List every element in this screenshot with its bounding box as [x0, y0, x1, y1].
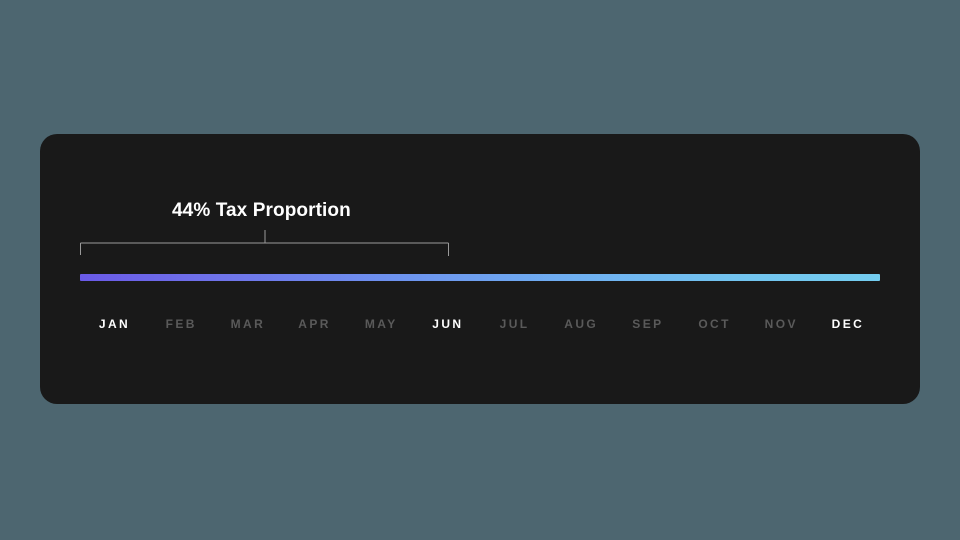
- tax-proportion-callout-label: 44% Tax Proportion: [172, 200, 351, 221]
- month-label-mar[interactable]: MAR: [213, 316, 280, 332]
- month-label-apr[interactable]: APR: [280, 316, 347, 332]
- month-label-aug[interactable]: AUG: [547, 316, 614, 332]
- month-label-jan[interactable]: JAN: [80, 316, 147, 332]
- month-label-oct[interactable]: OCT: [680, 316, 747, 332]
- month-label-may[interactable]: MAY: [347, 316, 414, 332]
- screen-root: 44% Tax Proportion JAN FEB MAR APR MAY J: [0, 0, 960, 540]
- month-label-nov[interactable]: NOV: [747, 316, 814, 332]
- month-label-sep[interactable]: SEP: [613, 316, 680, 332]
- range-bracket-icon: [80, 230, 449, 256]
- range-bracket: [80, 230, 449, 256]
- tax-proportion-gradient-bar[interactable]: [80, 274, 880, 281]
- month-label-jun[interactable]: JUN: [413, 316, 480, 332]
- tax-proportion-card: 44% Tax Proportion JAN FEB MAR APR MAY J: [40, 134, 920, 404]
- month-axis: JAN FEB MAR APR MAY JUN JUL AUG SEP OCT …: [80, 312, 880, 336]
- month-label-jul[interactable]: JUL: [480, 316, 547, 332]
- month-label-feb[interactable]: FEB: [147, 316, 214, 332]
- month-label-dec[interactable]: DEC: [813, 316, 880, 332]
